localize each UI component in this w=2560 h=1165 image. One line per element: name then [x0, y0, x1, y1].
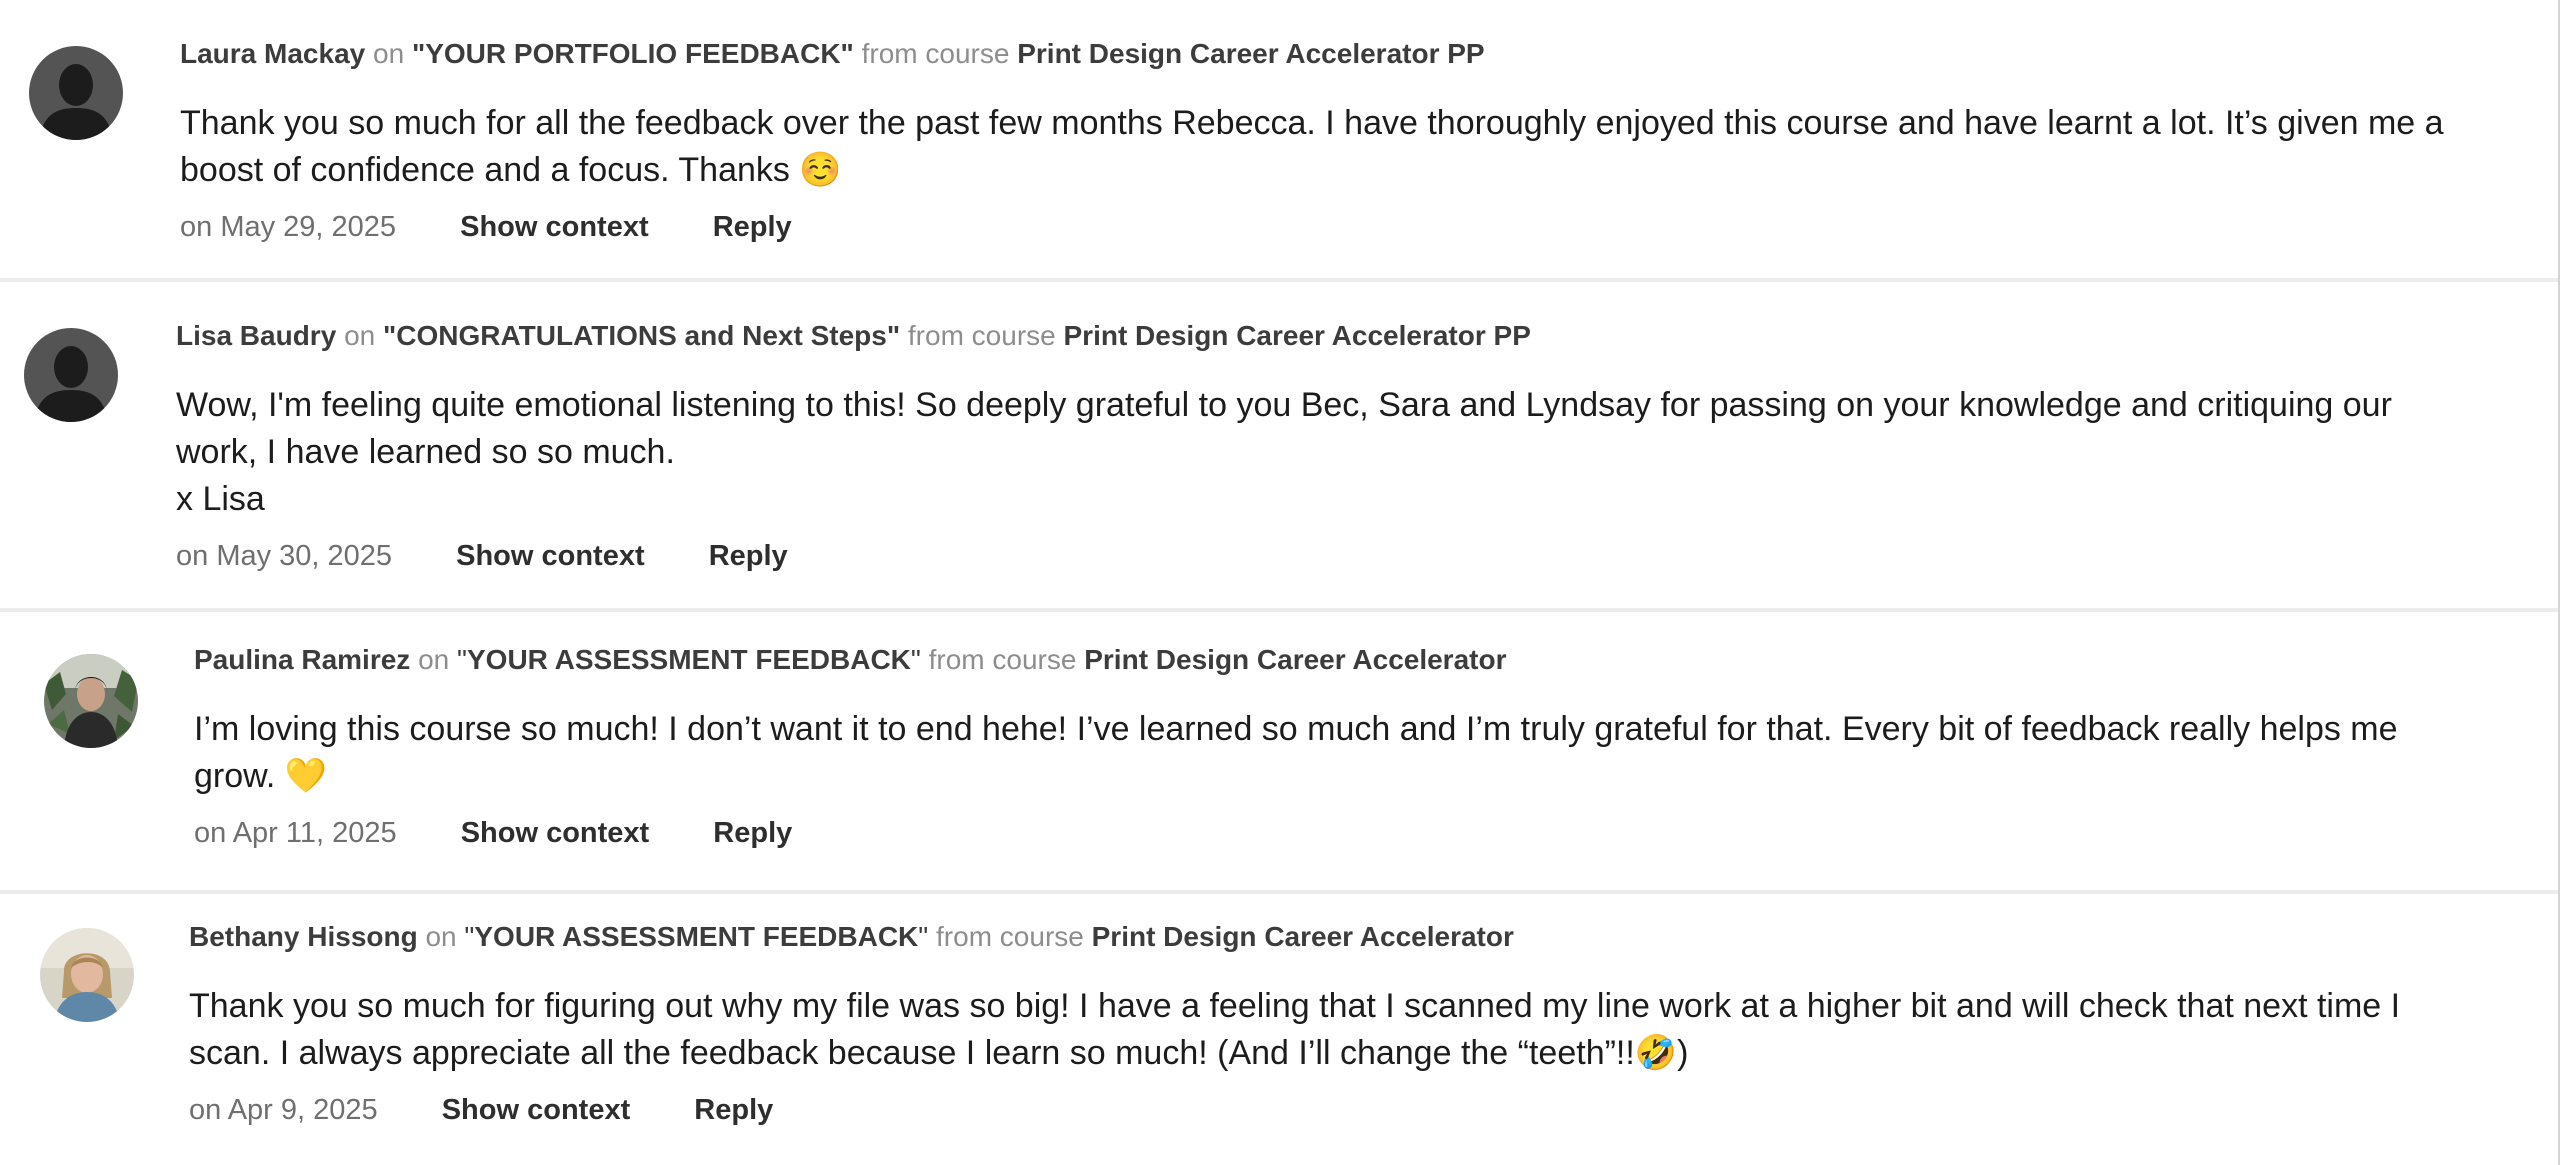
comment-actions: on May 29, 2025 Show context Reply — [180, 207, 2468, 247]
avatar[interactable] — [29, 46, 123, 140]
comment-date: on May 29, 2025 — [180, 211, 397, 243]
from-course-label: from course — [928, 644, 1077, 675]
comment-item: Bethany Hissong on "YOUR ASSESSMENT FEED… — [0, 894, 2558, 1165]
lesson-title[interactable]: "CONGRATULATIONS and Next Steps" — [383, 320, 900, 351]
profile-photo — [44, 654, 138, 748]
comment-text-line: Thank you so much for figuring out why m… — [189, 987, 2401, 1072]
course-name[interactable]: Print Design Career Accelerator PP — [1064, 320, 1531, 351]
author-name[interactable]: Paulina Ramirez — [194, 644, 410, 675]
from-course-label: from course — [907, 320, 1056, 351]
comment-meta: Lisa Baudry on "CONGRATULATIONS and Next… — [176, 319, 2468, 353]
comment-date: on May 30, 2025 — [176, 540, 393, 572]
comment-actions: on Apr 9, 2025 Show context Reply — [189, 1090, 2468, 1130]
comment-date: on Apr 9, 2025 — [189, 1094, 378, 1126]
default-silhouette-icon — [24, 328, 118, 422]
show-context-button[interactable]: Show context — [461, 813, 650, 853]
lesson-title[interactable]: "YOUR ASSESSMENT FEEDBACK" — [464, 921, 928, 952]
from-course-label: from course — [936, 921, 1084, 952]
reply-button[interactable]: Reply — [713, 207, 792, 247]
comment-item: Lisa Baudry on "CONGRATULATIONS and Next… — [0, 282, 2558, 608]
author-name[interactable]: Bethany Hissong — [189, 921, 418, 952]
comment-meta: Laura Mackay on "YOUR PORTFOLIO FEEDBACK… — [180, 37, 2468, 71]
comments-feed: Laura Mackay on "YOUR PORTFOLIO FEEDBACK… — [0, 0, 2560, 1165]
comment-text-line: Wow, I'm feeling quite emotional listeni… — [176, 386, 2392, 471]
show-context-button[interactable]: Show context — [460, 207, 649, 247]
comment-text-line: I’m loving this course so much! I don’t … — [194, 710, 2398, 795]
comment-item: Paulina Ramirez on "YOUR ASSESSMENT FEED… — [0, 612, 2558, 890]
avatar[interactable] — [24, 328, 118, 422]
course-name[interactable]: Print Design Career Accelerator — [1084, 644, 1506, 675]
show-context-button[interactable]: Show context — [456, 536, 645, 576]
comment-text: Thank you so much for figuring out why m… — [189, 983, 2468, 1077]
on-label: on — [418, 644, 450, 675]
comment-actions: on Apr 11, 2025 Show context Reply — [194, 813, 2468, 853]
comment-item: Laura Mackay on "YOUR PORTFOLIO FEEDBACK… — [0, 0, 2558, 278]
comment-text: I’m loving this course so much! I don’t … — [194, 706, 2468, 800]
comment-text-line: x Lisa — [176, 480, 265, 518]
on-label: on — [373, 38, 405, 69]
profile-photo — [40, 928, 134, 1022]
on-label: on — [344, 320, 376, 351]
course-name[interactable]: Print Design Career Accelerator PP — [1017, 38, 1484, 69]
from-course-label: from course — [861, 38, 1010, 69]
comment-actions: on May 30, 2025 Show context Reply — [176, 536, 2468, 576]
comment-text: Thank you so much for all the feedback o… — [180, 100, 2468, 194]
reply-button[interactable]: Reply — [694, 1090, 773, 1130]
comment-text: Wow, I'm feeling quite emotional listeni… — [176, 382, 2468, 523]
reply-button[interactable]: Reply — [709, 536, 788, 576]
comment-text-line: Thank you so much for all the feedback o… — [180, 104, 2444, 189]
avatar[interactable] — [44, 654, 138, 748]
lesson-title[interactable]: "YOUR ASSESSMENT FEEDBACK" — [457, 644, 921, 675]
show-context-button[interactable]: Show context — [442, 1090, 631, 1130]
comment-meta: Paulina Ramirez on "YOUR ASSESSMENT FEED… — [194, 643, 2468, 677]
course-name[interactable]: Print Design Career Accelerator — [1092, 921, 1514, 952]
avatar[interactable] — [40, 928, 134, 1022]
author-name[interactable]: Lisa Baudry — [176, 320, 336, 351]
comment-date: on Apr 11, 2025 — [194, 817, 397, 849]
on-label: on — [425, 921, 457, 952]
author-name[interactable]: Laura Mackay — [180, 38, 365, 69]
reply-button[interactable]: Reply — [713, 813, 792, 853]
lesson-title[interactable]: "YOUR PORTFOLIO FEEDBACK" — [412, 38, 854, 69]
comment-meta: Bethany Hissong on "YOUR ASSESSMENT FEED… — [189, 920, 2468, 954]
default-silhouette-icon — [29, 46, 123, 140]
